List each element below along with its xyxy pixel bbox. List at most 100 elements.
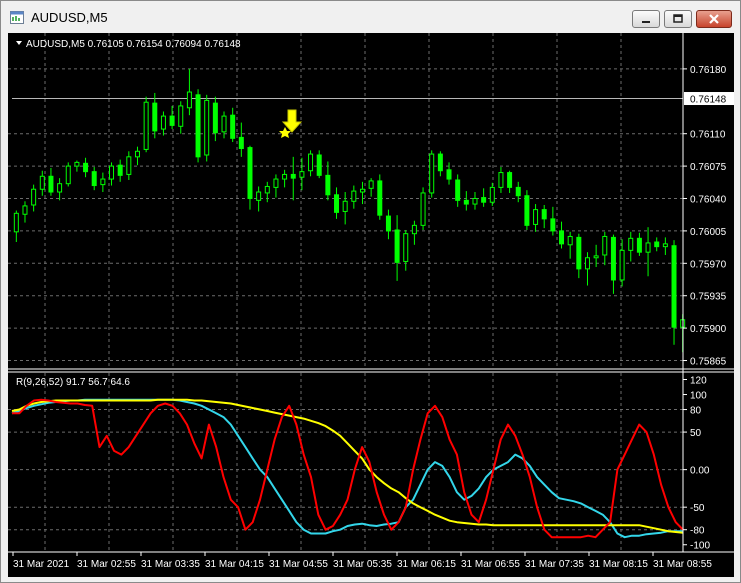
price-tick-label: 0.75970 [690, 259, 727, 270]
candle-body [57, 183, 63, 193]
price-tick-label: 0.75865 [690, 357, 727, 368]
time-tick-label: 31 Mar 08:15 [589, 559, 648, 570]
candle-body [316, 154, 322, 176]
candle-body [645, 242, 651, 253]
candle [524, 190, 530, 230]
candle [204, 94, 210, 162]
price-tick-label: 0.76075 [690, 162, 727, 173]
candle [420, 187, 426, 230]
candle-body [117, 164, 123, 176]
price-tick-label: 0.76180 [690, 65, 727, 76]
candle-body [48, 175, 54, 193]
symbol-header: AUDUSD,M5 0.76105 0.76154 0.76094 0.7614… [26, 39, 241, 50]
candle-body [109, 165, 115, 180]
candle-body [134, 150, 140, 158]
candle-body [455, 179, 461, 201]
time-tick-label: 31 Mar 06:55 [461, 559, 520, 570]
candle-body [91, 171, 97, 187]
candle-body [567, 235, 573, 246]
candle-body [619, 249, 625, 281]
level-tick-label: 100 [690, 391, 707, 402]
candle-body [178, 105, 184, 127]
candle-body [221, 115, 227, 133]
price-tick-label: 0.75935 [690, 292, 727, 303]
candle-body [325, 174, 331, 196]
level-tick-label: -50 [690, 503, 705, 514]
candle-body [160, 115, 166, 130]
candle-body [273, 178, 279, 188]
candle-body [541, 209, 547, 220]
candle-body [256, 191, 262, 201]
candle-body [533, 209, 539, 225]
candle-body [489, 186, 495, 203]
candle-body [628, 237, 634, 251]
candle [316, 150, 322, 179]
title-bar[interactable]: AUDUSD,M5 [2, 2, 739, 32]
candle-body [550, 218, 556, 232]
candle-body [654, 241, 660, 248]
candle-body [100, 178, 106, 186]
level-tick-label: 50 [690, 428, 702, 439]
candle-body [143, 101, 149, 150]
close-icon [709, 14, 719, 24]
candle-body [377, 180, 383, 216]
minimize-icon [642, 21, 650, 23]
minimize-button[interactable] [632, 10, 660, 28]
price-tick-label: 0.76110 [690, 130, 726, 141]
candle-body [126, 156, 132, 175]
window-title: AUDUSD,M5 [31, 10, 108, 25]
candle-body [264, 185, 270, 194]
price-chart[interactable]: AUDUSD,M5 0.76105 0.76154 0.76094 0.7614… [8, 33, 734, 577]
candle-body [524, 195, 530, 226]
candle-body [498, 172, 504, 188]
candle-body [299, 171, 305, 178]
candle-body [368, 180, 374, 189]
candle-body [481, 197, 487, 203]
close-button[interactable] [696, 10, 732, 28]
candle-body [472, 198, 478, 205]
chart-window-icon [10, 11, 24, 24]
current-price-value: 0.76148 [690, 95, 727, 106]
maximize-button[interactable] [664, 10, 692, 28]
level-tick-label: -80 [690, 526, 705, 537]
candle-body [429, 153, 435, 194]
candle-body [515, 186, 521, 197]
candle-body [212, 102, 218, 134]
candle-body [385, 215, 391, 232]
candle-body [31, 188, 37, 206]
candle-body [334, 194, 340, 213]
candle-body [411, 224, 417, 235]
time-tick-label: 31 Mar 07:35 [525, 559, 584, 570]
candle-body [342, 200, 348, 212]
candle [195, 89, 201, 163]
candle-body [65, 165, 71, 185]
candle-body [359, 188, 365, 193]
time-tick-label: 31 Mar 08:55 [653, 559, 712, 570]
candle-body [437, 153, 443, 172]
candle [65, 162, 71, 187]
time-tick-label: 31 Mar 06:15 [397, 559, 456, 570]
candle-body [169, 115, 175, 126]
candle-body [576, 236, 582, 270]
candle-body [636, 237, 642, 253]
candle-body [22, 205, 28, 215]
main-header: AUDUSD,M5 0.76105 0.76154 0.76094 0.7614… [16, 39, 241, 50]
candle-body [351, 190, 357, 202]
candle-body [394, 229, 400, 263]
level-tick-label: 120 [690, 376, 707, 387]
candle [377, 174, 383, 220]
level-tick-label: 0.00 [690, 466, 710, 477]
candle-body [446, 169, 452, 180]
candle-body [247, 147, 253, 200]
candle-body [420, 192, 426, 226]
candle-body [593, 255, 599, 259]
price-tick-label: 0.75900 [690, 324, 727, 335]
candle-body [403, 233, 409, 262]
time-tick-label: 31 Mar 03:35 [141, 559, 200, 570]
candle-body [186, 91, 192, 109]
candle-body [610, 236, 616, 281]
candle-body [602, 235, 608, 256]
time-tick-label: 31 Mar 05:35 [333, 559, 392, 570]
candle [143, 96, 149, 153]
time-tick-label: 31 Mar 04:15 [205, 559, 264, 570]
